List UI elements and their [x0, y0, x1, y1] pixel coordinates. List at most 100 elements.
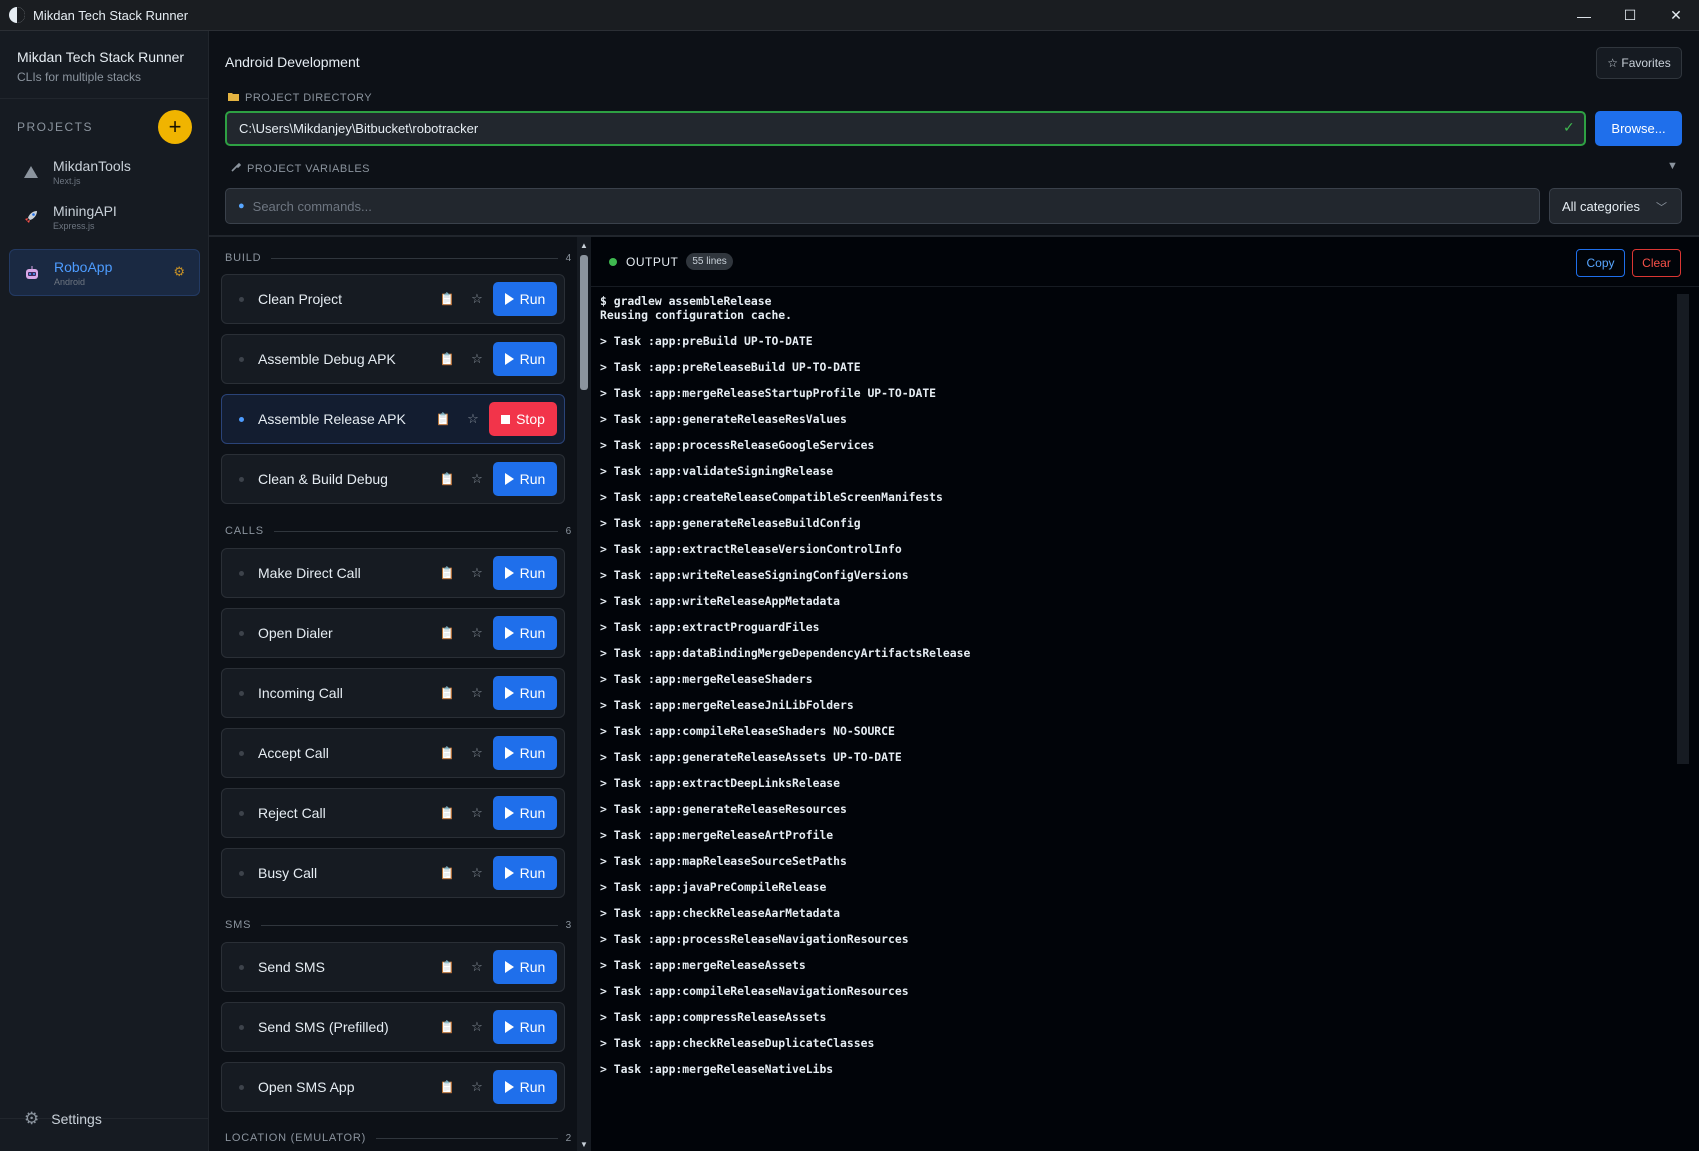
status-dot: [239, 356, 244, 362]
maximize-icon[interactable]: ☐: [1607, 0, 1653, 31]
clipboard-icon[interactable]: 📋: [437, 1080, 457, 1094]
output-line: > Task :app:createReleaseCompatibleScree…: [600, 490, 943, 504]
clipboard-icon[interactable]: 📋: [437, 352, 457, 366]
star-icon[interactable]: ☆: [467, 625, 487, 641]
command-row: Send SMS 📋 ☆ Run: [221, 942, 565, 992]
copy-button[interactable]: Copy: [1576, 249, 1625, 277]
star-icon[interactable]: ☆: [467, 685, 487, 701]
clipboard-icon[interactable]: 📋: [437, 686, 457, 700]
command-row: Send SMS (Prefilled) 📋 ☆ Run: [221, 1002, 565, 1052]
command-row: Assemble Debug APK 📋 ☆ Run: [221, 334, 565, 384]
group-header-calls: CALLS 6: [225, 525, 572, 537]
output-log[interactable]: $ gradlew assembleRelease Reusing configu…: [600, 294, 1680, 1151]
clear-button[interactable]: Clear: [1632, 249, 1681, 277]
command-name: Assemble Release APK: [258, 411, 406, 427]
output-line: > Task :app:mergeReleaseStartupProfile U…: [600, 386, 937, 400]
clipboard-icon[interactable]: 📋: [437, 626, 457, 640]
run-button[interactable]: Run: [493, 736, 557, 770]
clipboard-icon[interactable]: 📋: [437, 472, 457, 486]
output-line: $ gradlew assembleRelease: [600, 294, 772, 308]
project-item-roboapp[interactable]: RoboApp Android ⚙: [9, 249, 200, 296]
run-button[interactable]: Run: [493, 1070, 557, 1104]
clipboard-icon[interactable]: 📋: [437, 806, 457, 820]
minimize-icon[interactable]: —: [1561, 0, 1607, 31]
group-label: BUILD: [225, 252, 262, 264]
project-settings-gear-icon[interactable]: ⚙: [173, 264, 185, 280]
clipboard-icon[interactable]: 📋: [437, 960, 457, 974]
sidebar-divider: [0, 98, 209, 99]
output-scrollbar[interactable]: [1677, 294, 1689, 764]
project-directory-input[interactable]: C:\Users\Mikdanjey\Bitbucket\robotracker: [225, 111, 1586, 146]
status-dot: [239, 570, 244, 576]
favorites-button[interactable]: ☆ Favorites: [1596, 47, 1682, 79]
star-icon[interactable]: ☆: [467, 805, 487, 821]
run-button[interactable]: Run: [493, 1010, 557, 1044]
run-button[interactable]: Run: [493, 616, 557, 650]
command-row: Accept Call 📋 ☆ Run: [221, 728, 565, 778]
scroll-down-icon[interactable]: ▼: [580, 1140, 588, 1149]
run-button[interactable]: Run: [493, 796, 557, 830]
browse-button[interactable]: Browse...: [1595, 111, 1682, 146]
settings-button[interactable]: ⚙ Settings: [24, 1109, 102, 1129]
command-name: Clean & Build Debug: [258, 471, 388, 487]
star-icon[interactable]: ☆: [467, 471, 487, 487]
star-icon[interactable]: ☆: [467, 745, 487, 761]
command-row: Make Direct Call 📋 ☆ Run: [221, 548, 565, 598]
project-variables-toggle[interactable]: PROJECT VARIABLES: [231, 162, 370, 175]
clipboard-icon[interactable]: 📋: [437, 866, 457, 880]
output-line: > Task :app:generateReleaseBuildConfig: [600, 516, 861, 530]
triangle-icon: [21, 162, 41, 182]
category-select[interactable]: All categories ﹀: [1549, 188, 1682, 224]
star-icon[interactable]: ☆: [467, 351, 487, 367]
project-item-mikdantools[interactable]: MikdanTools Next.js: [9, 148, 200, 195]
run-button[interactable]: Run: [493, 950, 557, 984]
run-button[interactable]: Run: [493, 856, 557, 890]
star-icon[interactable]: ☆: [467, 1019, 487, 1035]
clipboard-icon[interactable]: 📋: [437, 1020, 457, 1034]
clipboard-icon[interactable]: 📋: [437, 566, 457, 580]
star-icon[interactable]: ☆: [467, 865, 487, 881]
command-row: Open SMS App 📋 ☆ Run: [221, 1062, 565, 1112]
command-name: Send SMS (Prefilled): [258, 1019, 389, 1035]
scroll-up-icon[interactable]: ▲: [580, 241, 588, 250]
output-line: Reusing configuration cache.: [600, 308, 793, 322]
star-icon[interactable]: ☆: [467, 565, 487, 581]
add-project-button[interactable]: +: [158, 110, 192, 144]
output-title: OUTPUT: [626, 254, 679, 269]
star-icon[interactable]: ☆: [467, 1079, 487, 1095]
command-list-scrollbar[interactable]: ▲ ▼: [577, 237, 591, 1151]
app-logo-icon: [9, 7, 25, 23]
run-button[interactable]: Run: [493, 282, 557, 316]
star-icon[interactable]: ☆: [467, 291, 487, 307]
run-button[interactable]: Run: [493, 462, 557, 496]
clipboard-icon[interactable]: 📋: [437, 746, 457, 760]
stop-button[interactable]: Stop: [489, 402, 557, 436]
close-icon[interactable]: ✕: [1653, 0, 1699, 31]
output-line: > Task :app:validateSigningRelease: [600, 464, 834, 478]
run-button[interactable]: Run: [493, 556, 557, 590]
output-line: > Task :app:preReleaseBuild UP-TO-DATE: [600, 360, 861, 374]
group-label: CALLS: [225, 525, 264, 537]
scrollbar-thumb[interactable]: [580, 255, 588, 390]
status-dot: [239, 870, 244, 876]
run-button[interactable]: Run: [493, 676, 557, 710]
output-line: > Task :app:mergeReleaseArtProfile: [600, 828, 834, 842]
clipboard-icon[interactable]: 📋: [433, 412, 453, 426]
star-icon[interactable]: ☆: [463, 411, 483, 427]
clipboard-icon[interactable]: 📋: [437, 292, 457, 306]
expand-arrow-icon[interactable]: ▼: [1667, 160, 1678, 172]
project-item-miningapi[interactable]: MiningAPI Express.js: [9, 193, 200, 240]
star-icon[interactable]: ☆: [467, 959, 487, 975]
search-commands-input[interactable]: ● Search commands...: [225, 188, 1540, 224]
output-line: > Task :app:dataBindingMergeDependencyAr…: [600, 646, 971, 660]
run-button[interactable]: Run: [493, 342, 557, 376]
line-count-badge: 55 lines: [686, 253, 733, 270]
